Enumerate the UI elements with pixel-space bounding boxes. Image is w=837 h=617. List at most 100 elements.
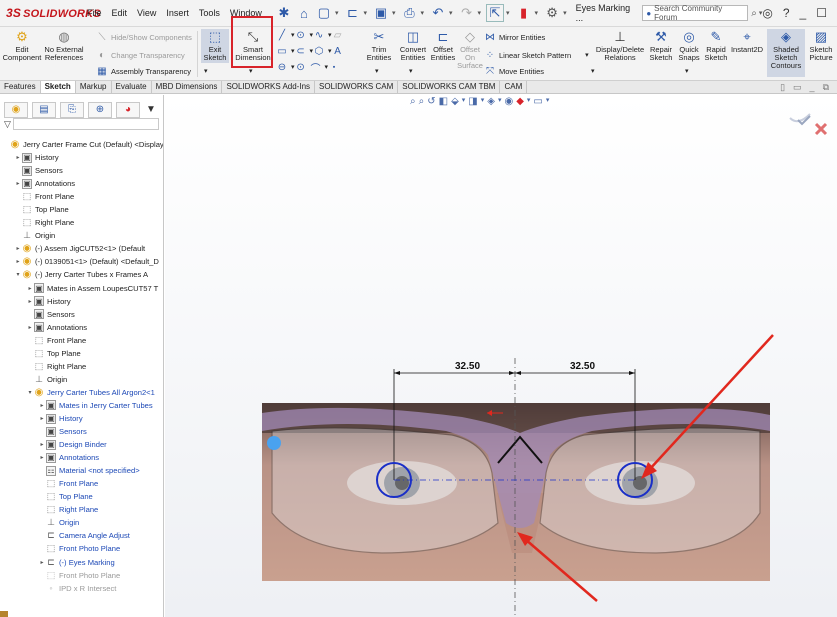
home-icon[interactable]: ⌂ [295, 4, 313, 22]
expand-arrow-icon[interactable]: ▸ [14, 258, 22, 265]
menu-insert[interactable]: Insert [161, 8, 194, 18]
offset-entities-button[interactable]: ⊏ Offset Entities [428, 29, 458, 62]
property-manager-tab-icon[interactable]: ▤ [32, 101, 56, 118]
tree-item[interactable]: ▸ ▣ History [0, 412, 163, 425]
centerline-icon[interactable]: ⊖ [276, 61, 288, 73]
gear-icon[interactable]: ⚙ [543, 4, 561, 22]
tree-item[interactable]: ⚏ Material <not specified> [0, 464, 163, 477]
dimxpert-tab-icon[interactable]: ⊕ [88, 101, 112, 118]
offset-on-surface-button[interactable]: ◇ Offset On Surface [457, 29, 483, 70]
panel-maximize-icon[interactable]: ⧉ [823, 82, 829, 93]
save-dropdown-icon[interactable]: ▾ [392, 9, 396, 17]
tree-item[interactable]: ▸ ▣ Annotations [0, 321, 163, 334]
no-external-references-button[interactable]: ◍ No External References [44, 29, 84, 62]
display-delete-relations-button[interactable]: ⊥ Display/Delete Relations [594, 29, 646, 62]
tab-sketch[interactable]: Sketch [40, 81, 76, 93]
new-document-icon[interactable]: ▢ [315, 4, 333, 22]
smart-dimension-dropdown[interactable]: ▾ [249, 67, 253, 75]
tree-item[interactable]: ⬚ Top Plane [0, 203, 163, 216]
rapid-sketch-button[interactable]: ✎ Rapid Sketch [703, 29, 729, 62]
tree-item[interactable]: ▾ ◉ Jerry Carter Tubes All Argon2<1 [0, 386, 163, 399]
tree-item[interactable]: ▸ ▣ History [0, 295, 163, 308]
tree-filter-input[interactable] [12, 118, 159, 130]
expand-arrow-icon[interactable]: ▾ [26, 389, 34, 396]
rectangle-icon[interactable]: ▭ [276, 45, 288, 57]
edit-component-button[interactable]: ⚙ Edit Component [2, 29, 42, 62]
maximize-icon[interactable]: ☐ [816, 6, 827, 20]
change-transparency-button[interactable]: ◐ Change Transparency [96, 49, 185, 61]
redo-icon[interactable]: ↷ [458, 4, 476, 22]
move-dropdown-icon[interactable]: ▾ [591, 67, 595, 75]
linear-sketch-pattern-button[interactable]: ⁘ Linear Sketch Pattern ▾ [484, 49, 589, 61]
circle-icon[interactable]: ⊙ [295, 29, 307, 41]
expand-arrow-icon[interactable]: ▸ [38, 559, 46, 566]
tree-item[interactable]: ⬚ Right Plane [0, 216, 163, 229]
panel-minimize-icon[interactable]: _ [810, 82, 815, 93]
expand-arrow-icon[interactable]: ▸ [26, 285, 34, 292]
line-icon[interactable]: ╱ [276, 29, 288, 41]
dimension-left-value[interactable]: 32.50 [455, 361, 480, 372]
select-icon[interactable]: ⇱ [486, 4, 505, 22]
help-icon[interactable]: ? [783, 6, 790, 20]
display-manager-tab-icon[interactable]: ◕ [116, 101, 140, 118]
expand-arrow-icon[interactable]: ▸ [14, 180, 22, 187]
open-dropdown-icon[interactable]: ▾ [363, 9, 367, 17]
spline-icon[interactable]: ∿ [313, 29, 325, 41]
tree-item[interactable]: ⊥ Origin [0, 373, 163, 386]
new-dropdown-icon[interactable]: ▾ [335, 9, 339, 17]
user-icon[interactable]: ◎ [762, 6, 772, 20]
assembly-transparency-button[interactable]: ▦ Assembly Transparency [96, 65, 191, 77]
tree-item[interactable]: ⬚ Front Photo Plane [0, 569, 163, 582]
point-icon[interactable]: ⊙ [295, 61, 307, 73]
quick-snaps-dropdown[interactable]: ▾ [685, 67, 689, 75]
tree-item[interactable]: ▸ ▣ Design Binder [0, 438, 163, 451]
tree-filter-icon[interactable]: ▽ [4, 119, 11, 130]
tree-item[interactable]: ▸ ▣ Mates in Jerry Carter Tubes [0, 399, 163, 412]
save-icon[interactable]: ▣ [372, 4, 390, 22]
expand-arrow-icon[interactable]: ▸ [14, 154, 22, 161]
solidworks-logo[interactable]: 3S SOLIDWORKS [0, 6, 101, 20]
configuration-manager-tab-icon[interactable]: ⎘ [60, 101, 84, 118]
expand-arrow-icon[interactable]: ▸ [38, 454, 46, 461]
tree-item[interactable]: ⬚ Top Plane [0, 347, 163, 360]
tab-markup[interactable]: Markup [76, 81, 112, 93]
tree-item[interactable]: ▸ ▣ Annotations [0, 451, 163, 464]
tree-item[interactable]: ▸ ▣ Mates in Assem LoupesCUT57 T [0, 282, 163, 295]
tree-item[interactable]: ⬚ Front Photo Plane [0, 542, 163, 555]
tree-item[interactable]: ▸ ▣ History [0, 151, 163, 164]
expand-arrow-icon[interactable]: ▸ [14, 245, 22, 252]
print-dropdown-icon[interactable]: ▾ [420, 9, 424, 17]
tree-item[interactable]: ◦ IPD x R Intersect [0, 582, 163, 595]
redo-dropdown-icon[interactable]: ▾ [478, 9, 482, 17]
tree-item[interactable]: ▸ ◉ (-) Assem JigCUT52<1> (Default [0, 242, 163, 255]
expand-arrow-icon[interactable]: ▸ [38, 441, 46, 448]
tree-item[interactable]: ⬚ Right Plane [0, 360, 163, 373]
tree-item[interactable]: ▸ ◉ (-) 0139051<1> (Default) <Default_D [0, 255, 163, 268]
tab-features[interactable]: Features [0, 81, 41, 93]
convert-dropdown[interactable]: ▾ [409, 67, 413, 75]
minimize-icon[interactable]: _ [800, 6, 807, 20]
exit-sketch-dropdown[interactable]: ▾ [204, 67, 208, 75]
tree-item[interactable]: ▾ ◉ (-) Jerry Carter Tubes x Frames A [0, 268, 163, 281]
expand-arrow-icon[interactable]: ▸ [26, 324, 34, 331]
tree-item[interactable]: ▣ Sensors [0, 308, 163, 321]
tree-item[interactable]: ⬚ Top Plane [0, 490, 163, 503]
menu-file[interactable]: File [82, 8, 107, 18]
sketch-picture-button[interactable]: ▨ Sketch Picture [806, 29, 836, 62]
pin-icon[interactable]: ✱ [275, 4, 293, 22]
tab-solidworks-cam[interactable]: SOLIDWORKS CAM [315, 81, 399, 93]
tree-item[interactable]: ⊥ Origin [0, 516, 163, 529]
dimension-right-value[interactable]: 32.50 [570, 361, 595, 372]
text-icon[interactable]: A [332, 45, 344, 57]
polygon-icon[interactable]: ⬡ [313, 45, 325, 57]
tree-item[interactable]: ⬚ Front Plane [0, 477, 163, 490]
tree-item[interactable]: ▣ Sensors [0, 164, 163, 177]
restore-icon[interactable]: ▭ [793, 82, 802, 93]
linear-pattern-dropdown-icon[interactable]: ▾ [585, 51, 589, 59]
tab-evaluate[interactable]: Evaluate [112, 81, 152, 93]
undo-dropdown-icon[interactable]: ▾ [449, 9, 453, 17]
select-dropdown-icon[interactable]: ▾ [506, 9, 510, 17]
hide-show-components-button[interactable]: ⟍ Hide/Show Components [96, 31, 192, 43]
plane-sketch-icon[interactable]: ▱ [332, 29, 344, 41]
expand-arrow-icon[interactable]: ▸ [26, 298, 34, 305]
